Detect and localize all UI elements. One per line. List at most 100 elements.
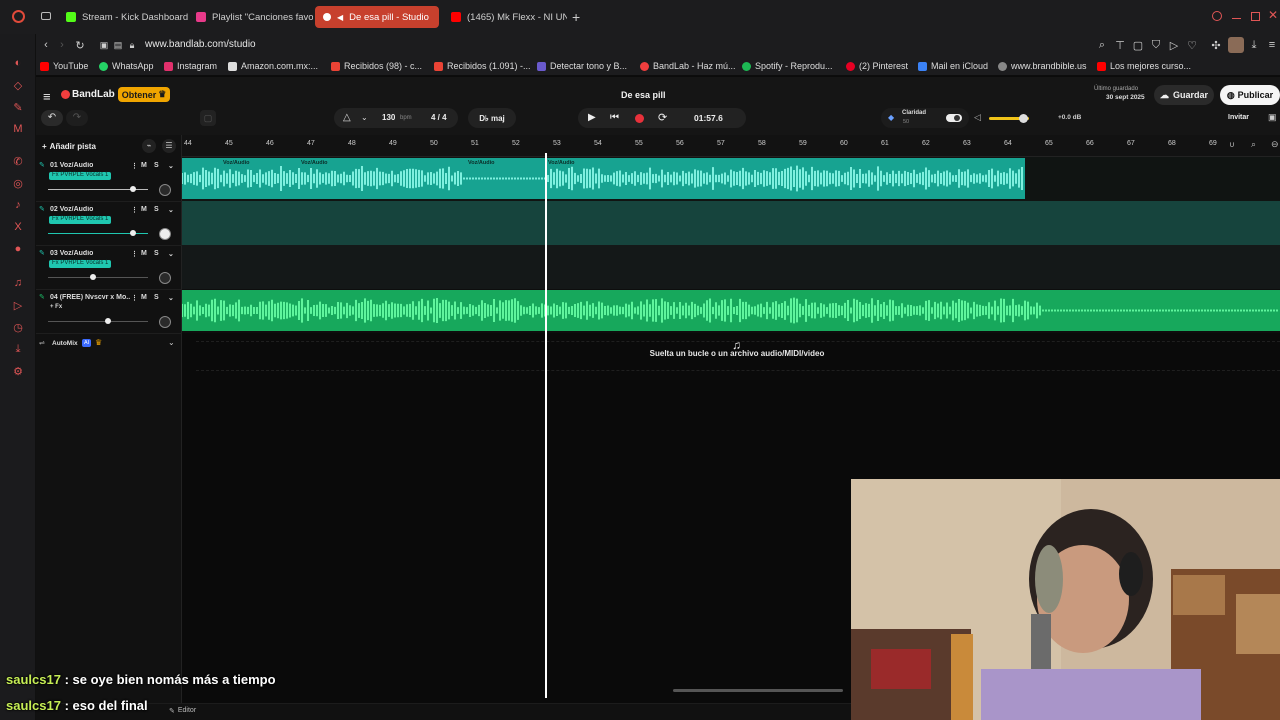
track-name[interactable]: 02 Voz/Audio: [50, 206, 93, 213]
back-icon[interactable]: ‹: [38, 37, 54, 53]
more-icon[interactable]: ⋮: [131, 162, 138, 170]
pin-icon[interactable]: ⊤: [1112, 37, 1128, 53]
bookmark-detect-key[interactable]: Detectar tono y B...: [537, 59, 627, 73]
expand-chevron-icon[interactable]: ⌄: [168, 206, 174, 214]
fx-chip[interactable]: Fx PVRPLE Vocals 1: [49, 172, 112, 180]
tab-bandlab-studio[interactable]: ◀ De esa pill - Studio: [315, 6, 439, 28]
magnet-icon[interactable]: ∪: [1229, 140, 1235, 149]
playhead[interactable]: [545, 153, 547, 698]
bookmark-instagram[interactable]: Instagram: [164, 59, 217, 73]
get-membership-button[interactable]: Obtener ♛: [118, 87, 170, 102]
chat-panel-icon[interactable]: ▣: [1268, 112, 1277, 123]
reload-icon[interactable]: ↻: [72, 37, 88, 53]
solo-button[interactable]: S: [154, 294, 159, 301]
pan-knob[interactable]: [159, 272, 171, 284]
profile-avatar[interactable]: [1228, 37, 1244, 53]
volume-knob[interactable]: [90, 274, 96, 280]
metronome-dropdown-icon[interactable]: ⌄: [361, 113, 368, 122]
pan-knob[interactable]: [159, 228, 171, 240]
volume-knob[interactable]: [130, 186, 136, 192]
music-icon[interactable]: ♫: [11, 276, 25, 290]
track-lane-4[interactable]: [182, 289, 1280, 333]
zoom-out-icon[interactable]: ⊖: [1271, 139, 1279, 150]
publish-button[interactable]: ◍ Publicar: [1220, 85, 1280, 105]
downloads-icon[interactable]: ⤓: [11, 342, 25, 356]
project-title[interactable]: De esa pill: [621, 90, 666, 100]
gmail-icon[interactable]: M: [11, 122, 25, 136]
bookmark-cursos[interactable]: Los mejores curso...: [1097, 59, 1191, 73]
zoom-in-icon[interactable]: ⌕: [1251, 139, 1256, 150]
new-tab-plus-icon[interactable]: +: [572, 9, 580, 25]
record-icon[interactable]: [635, 114, 644, 123]
bookmark-whatsapp[interactable]: WhatsApp: [99, 59, 154, 73]
flow-icon[interactable]: ▷: [1166, 37, 1182, 53]
cycle-icon[interactable]: ▢: [200, 110, 216, 126]
horizontal-scrollbar[interactable]: [673, 689, 843, 692]
key-button[interactable]: D♭ maj: [468, 108, 516, 128]
bookmark-youtube[interactable]: YouTube: [40, 59, 88, 73]
expand-chevron-icon[interactable]: ⌄: [168, 294, 174, 302]
whatsapp-icon[interactable]: ✆: [11, 154, 25, 168]
tab-playlist[interactable]: Playlist "Canciones favor: [188, 6, 313, 28]
wand-icon[interactable]: ⌁: [142, 139, 156, 153]
tab-youtube[interactable]: (1465) Mk Flexx - NI UN P: [443, 6, 567, 28]
extensions-icon[interactable]: ◇: [11, 78, 25, 92]
track-header-4[interactable]: ✎ 04 (FREE) Nvscvr x Mo... + Fx ⋮ M S ⌄: [36, 290, 182, 334]
extensions-puzzle-icon[interactable]: ✣: [1208, 37, 1224, 53]
tab-overview-icon[interactable]: [41, 12, 51, 20]
track-name[interactable]: 01 Voz/Audio: [50, 162, 93, 169]
save-button[interactable]: ☁ Guardar: [1154, 85, 1214, 105]
more-icon[interactable]: ⋮: [131, 250, 138, 258]
menu-icon[interactable]: ≡: [1264, 37, 1280, 53]
instagram-icon[interactable]: ◎: [11, 176, 25, 190]
minimize-icon[interactable]: [1232, 18, 1241, 19]
volume-knob[interactable]: [105, 318, 111, 324]
metronome-icon[interactable]: △: [343, 112, 351, 123]
download-icon[interactable]: ⤓: [1246, 37, 1262, 53]
bpm-value[interactable]: 130: [382, 113, 395, 122]
heart-icon[interactable]: ♡: [1184, 37, 1200, 53]
bookmark-gmail-2[interactable]: Recibidos (1.091) -...: [434, 59, 531, 73]
mute-button[interactable]: M: [141, 206, 147, 213]
undo-icon[interactable]: ↶: [41, 110, 63, 126]
opera-logo-icon[interactable]: [12, 10, 25, 23]
track-header-2[interactable]: ✎ 02 Voz/Audio Fx PVRPLE Vocals 1 ⋮ M S …: [36, 202, 182, 246]
expand-chevron-icon[interactable]: ⌄: [168, 338, 175, 347]
mute-button[interactable]: M: [141, 250, 147, 257]
master-volume-knob[interactable]: [1019, 114, 1028, 123]
solo-button[interactable]: S: [154, 162, 159, 169]
expand-chevron-icon[interactable]: ⌄: [168, 250, 174, 258]
close-icon[interactable]: ✕: [1268, 8, 1278, 22]
aria-ai-icon[interactable]: ◐: [11, 56, 25, 70]
track-name[interactable]: 04 (FREE) Nvscvr x Mo...: [50, 294, 130, 301]
x-icon[interactable]: X: [11, 220, 25, 234]
fx-chip[interactable]: Fx PVRPLE Vocals 1: [49, 216, 112, 224]
history-icon[interactable]: ◷: [11, 320, 25, 334]
fx-chip[interactable]: Fx PVRPLE Vocals 1: [49, 260, 112, 268]
volume-slider[interactable]: [48, 321, 148, 322]
bookmark-icloud[interactable]: Mail en iCloud: [918, 59, 988, 73]
tiktok-icon[interactable]: ♪: [11, 198, 25, 212]
expand-chevron-icon[interactable]: ⌄: [168, 162, 174, 170]
mixer-icon[interactable]: ☰: [162, 139, 176, 153]
play-icon[interactable]: ▶: [588, 112, 596, 123]
mute-button[interactable]: M: [141, 162, 147, 169]
brush-icon[interactable]: ✎: [11, 100, 25, 114]
url-field[interactable]: www.bandlab.com/studio: [145, 39, 256, 50]
search-tabs-icon[interactable]: [1212, 11, 1222, 21]
track-lane-2[interactable]: [182, 201, 1280, 245]
track-header-3[interactable]: ✎ 03 Voz/Audio Fx PVRPLE Vocals 1 ⋮ M S …: [36, 246, 182, 290]
editor-tab[interactable]: ✎ Editor: [169, 707, 196, 715]
pan-knob[interactable]: [159, 184, 171, 196]
add-fx-button[interactable]: + Fx: [50, 304, 62, 310]
more-icon[interactable]: ⋮: [131, 294, 138, 302]
volume-knob[interactable]: [130, 230, 136, 236]
track-name[interactable]: 03 Voz/Audio: [50, 250, 93, 257]
more-icon[interactable]: ⋮: [131, 206, 138, 214]
speaker-icon[interactable]: ◁: [974, 112, 981, 123]
settings-icon[interactable]: ⚙: [11, 364, 25, 378]
skip-back-icon[interactable]: ⏮︎: [610, 112, 619, 123]
track-lane-1[interactable]: Voz/Audio Voz/Audio Voz/Audio Voz/Audio: [182, 157, 1280, 201]
add-track-button[interactable]: + Añadir pista: [42, 139, 112, 153]
track-header-1[interactable]: ✎ 01 Voz/Audio Fx PVRPLE Vocals 1 ⋮ M S …: [36, 158, 182, 202]
